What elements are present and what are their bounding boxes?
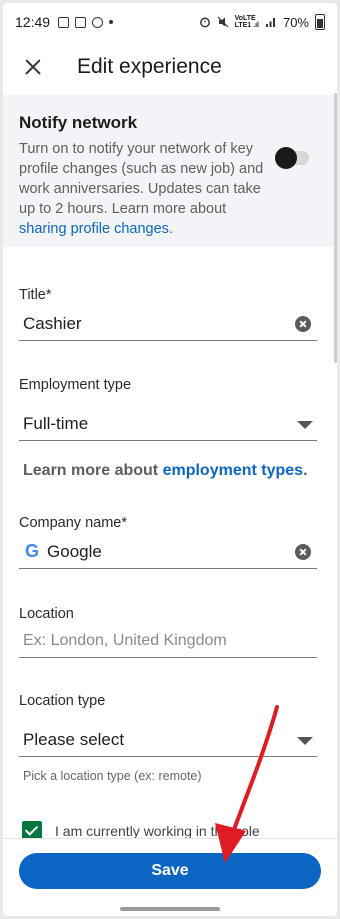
battery-percent: 70% — [282, 14, 309, 30]
lte-text: LTE1 .ıl — [234, 22, 259, 29]
whatsapp-icon — [92, 16, 104, 28]
toggle-knob — [275, 147, 297, 169]
volte-indicator: VoLTE LTE1 .ıl — [235, 15, 259, 29]
employment-types-link[interactable]: employment types — [163, 462, 303, 479]
volte-text: VoLTE — [234, 15, 256, 22]
notify-network-description: Turn on to notify your network of key pr… — [19, 139, 267, 239]
company-name-field[interactable]: G Google — [19, 535, 317, 569]
title-field[interactable]: Cashier — [19, 307, 317, 341]
notification-icons — [58, 16, 114, 28]
system-status: VoLTE LTE1 .ıl 70% — [199, 14, 325, 30]
location-type-select[interactable]: Please select — [19, 723, 317, 757]
status-bar: 12:49 VoLTE LTE1 .ıl 70% — [3, 3, 337, 41]
notify-network-panel: Notify network Turn on to notify your ne… — [3, 95, 337, 247]
alarm-icon — [199, 17, 210, 28]
clear-company-icon[interactable] — [295, 544, 311, 560]
notify-text-end: . — [168, 221, 173, 237]
app-screen: 12:49 VoLTE LTE1 .ıl 70% Edit experience… — [3, 3, 337, 916]
signal-icon — [265, 18, 275, 27]
battery-icon — [315, 14, 325, 30]
page-title: Edit experience — [77, 55, 222, 78]
learn-more-suffix: . — [303, 462, 308, 479]
company-name-value: Google — [47, 541, 102, 561]
clear-title-icon[interactable] — [295, 316, 311, 332]
chevron-down-icon — [297, 737, 313, 745]
employment-type-value: Full-time — [23, 413, 89, 433]
more-notifications-icon — [109, 20, 114, 24]
company-name-label: Company name* — [19, 515, 127, 531]
save-footer: Save — [3, 838, 337, 916]
notify-network-title: Notify network — [19, 113, 138, 132]
chevron-down-icon — [297, 421, 313, 429]
notify-text-body: Turn on to notify your network of key pr… — [19, 141, 264, 217]
employment-type-label: Employment type — [19, 377, 132, 393]
location-label: Location — [19, 606, 74, 622]
current-role-label: I am currently working in this role — [55, 823, 260, 839]
employment-types-help: Learn more about employment types. — [23, 462, 308, 480]
google-logo-icon: G — [25, 541, 39, 562]
location-type-helper: Pick a location type (ex: remote) — [23, 769, 202, 783]
scrollbar[interactable] — [334, 93, 337, 363]
title-label: Title* — [19, 287, 52, 303]
employment-type-select[interactable]: Full-time — [19, 407, 317, 441]
save-button[interactable]: Save — [19, 853, 321, 889]
location-type-label: Location type — [19, 693, 106, 709]
google-logo-letter: G — [25, 541, 40, 561]
notify-network-toggle[interactable] — [275, 147, 309, 169]
status-time: 12:49 — [15, 14, 51, 30]
learn-more-prefix: Learn more about — [23, 462, 163, 479]
message-icon — [75, 16, 87, 28]
sharing-profile-changes-link[interactable]: sharing profile changes — [19, 221, 169, 237]
location-field[interactable]: Ex: London, United Kingdom — [19, 624, 317, 658]
title-value: Cashier — [23, 313, 82, 333]
home-indicator[interactable] — [120, 907, 220, 911]
location-type-value: Please select — [23, 729, 125, 749]
gallery-icon — [58, 16, 70, 28]
top-app-bar: Edit experience — [3, 43, 337, 91]
location-placeholder: Ex: London, United Kingdom — [23, 631, 227, 649]
mute-icon — [217, 16, 229, 28]
close-icon[interactable] — [19, 53, 47, 81]
